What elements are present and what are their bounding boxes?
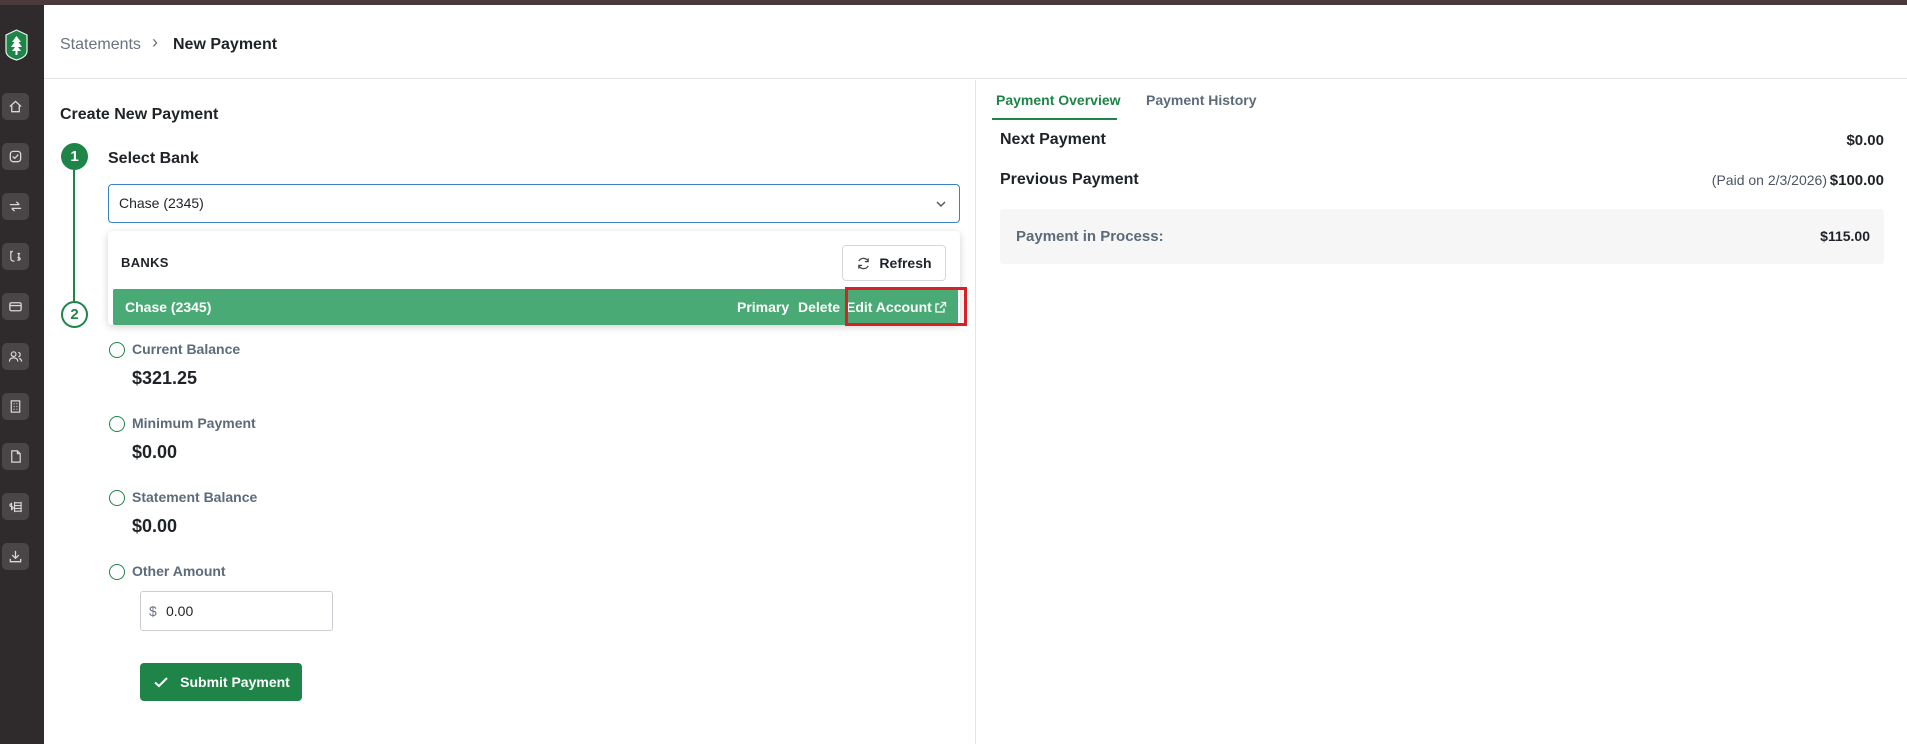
payments-icon	[10, 250, 21, 262]
home-icon	[9, 100, 22, 113]
radio-current-balance[interactable]	[109, 342, 125, 358]
tab-payment-overview[interactable]: Payment Overview	[996, 92, 1121, 108]
submit-payment-button[interactable]: Submit Payment	[140, 663, 302, 701]
bank-select-value: Chase (2345)	[119, 195, 204, 211]
option-label-other-amount: Other Amount	[132, 563, 226, 579]
banks-heading: BANKS	[121, 255, 169, 270]
download-icon	[9, 550, 22, 563]
set-primary-link[interactable]: Primary	[737, 299, 789, 315]
refresh-label: Refresh	[879, 255, 932, 271]
nav-tasks[interactable]	[2, 143, 29, 170]
payment-in-process-label: Payment in Process:	[1016, 228, 1164, 245]
breadcrumb-statements[interactable]: Statements	[60, 36, 141, 54]
document-icon	[11, 450, 21, 463]
delete-bank-link[interactable]: Delete	[798, 299, 840, 315]
page-header	[44, 5, 1907, 79]
refresh-button[interactable]: Refresh	[842, 245, 946, 281]
option-label-minimum-payment: Minimum Payment	[132, 415, 256, 431]
nav-buildings[interactable]	[2, 393, 29, 420]
next-payment-value: $0.00	[1846, 132, 1884, 149]
active-tab-underline	[992, 118, 1117, 120]
submit-payment-label: Submit Payment	[180, 674, 290, 690]
card-icon	[9, 302, 22, 312]
option-value-statement-balance: $0.00	[132, 516, 178, 536]
users-icon	[8, 351, 23, 362]
radio-other-amount[interactable]	[109, 564, 125, 580]
edit-account-highlight	[845, 287, 967, 326]
transfer-icon	[9, 201, 22, 212]
previous-payment-date-note: (Paid on 2/3/2026)	[1711, 172, 1827, 188]
nav-payments[interactable]	[2, 243, 29, 270]
currency-symbol: $	[149, 603, 157, 619]
chevron-down-icon	[936, 201, 946, 207]
bank-option-chase[interactable]: Chase (2345) Primary Delete Edit Account	[113, 289, 958, 325]
option-value-current-balance: $321.25	[132, 368, 198, 388]
other-amount-input[interactable]: $ 0.00	[140, 591, 333, 631]
payment-in-process-value: $115.00	[1820, 228, 1870, 244]
building-icon	[10, 400, 21, 413]
radio-statement-balance[interactable]	[109, 490, 125, 506]
logo-icon	[5, 29, 28, 61]
sidebar	[0, 5, 44, 744]
form-title: Create New Payment	[60, 106, 219, 123]
check-icon	[154, 677, 168, 688]
check-circle-icon	[9, 150, 22, 163]
step-connector	[73, 170, 75, 301]
radio-minimum-payment[interactable]	[109, 416, 125, 432]
bank-select[interactable]: Chase (2345)	[108, 184, 960, 223]
nav-users[interactable]	[2, 343, 29, 370]
step-1-indicator: 1	[61, 143, 88, 170]
nav-documents[interactable]	[2, 443, 29, 470]
next-payment-label: Next Payment	[1000, 131, 1106, 148]
option-label-statement-balance: Statement Balance	[132, 489, 258, 505]
nav-cards[interactable]	[2, 293, 29, 320]
refresh-icon	[858, 257, 870, 269]
money-stack-icon	[9, 501, 22, 513]
bank-option-name: Chase (2345)	[125, 299, 212, 315]
nav-home[interactable]	[2, 93, 29, 120]
nav-transfers[interactable]	[2, 193, 29, 220]
select-bank-label: Select Bank	[108, 150, 199, 167]
breadcrumb-current: New Payment	[173, 36, 278, 53]
previous-payment-label: Previous Payment	[1000, 171, 1139, 188]
other-amount-value: 0.00	[166, 603, 194, 619]
step-2-indicator: 2	[61, 301, 88, 328]
nav-funds[interactable]	[2, 493, 29, 520]
option-value-minimum-payment: $0.00	[132, 442, 178, 462]
tab-payment-history[interactable]: Payment History	[1146, 92, 1256, 108]
nav-downloads[interactable]	[2, 543, 29, 570]
option-label-current-balance: Current Balance	[132, 341, 241, 357]
previous-payment-value: $100.00	[1829, 172, 1884, 189]
breadcrumb-separator: ›	[152, 32, 158, 52]
panel-divider	[975, 80, 976, 744]
bank-dropdown-menu: BANKS Refresh Chase (2345) Primary Delet…	[108, 231, 960, 325]
payment-in-process-box: Payment in Process: $115.00	[1000, 209, 1884, 264]
